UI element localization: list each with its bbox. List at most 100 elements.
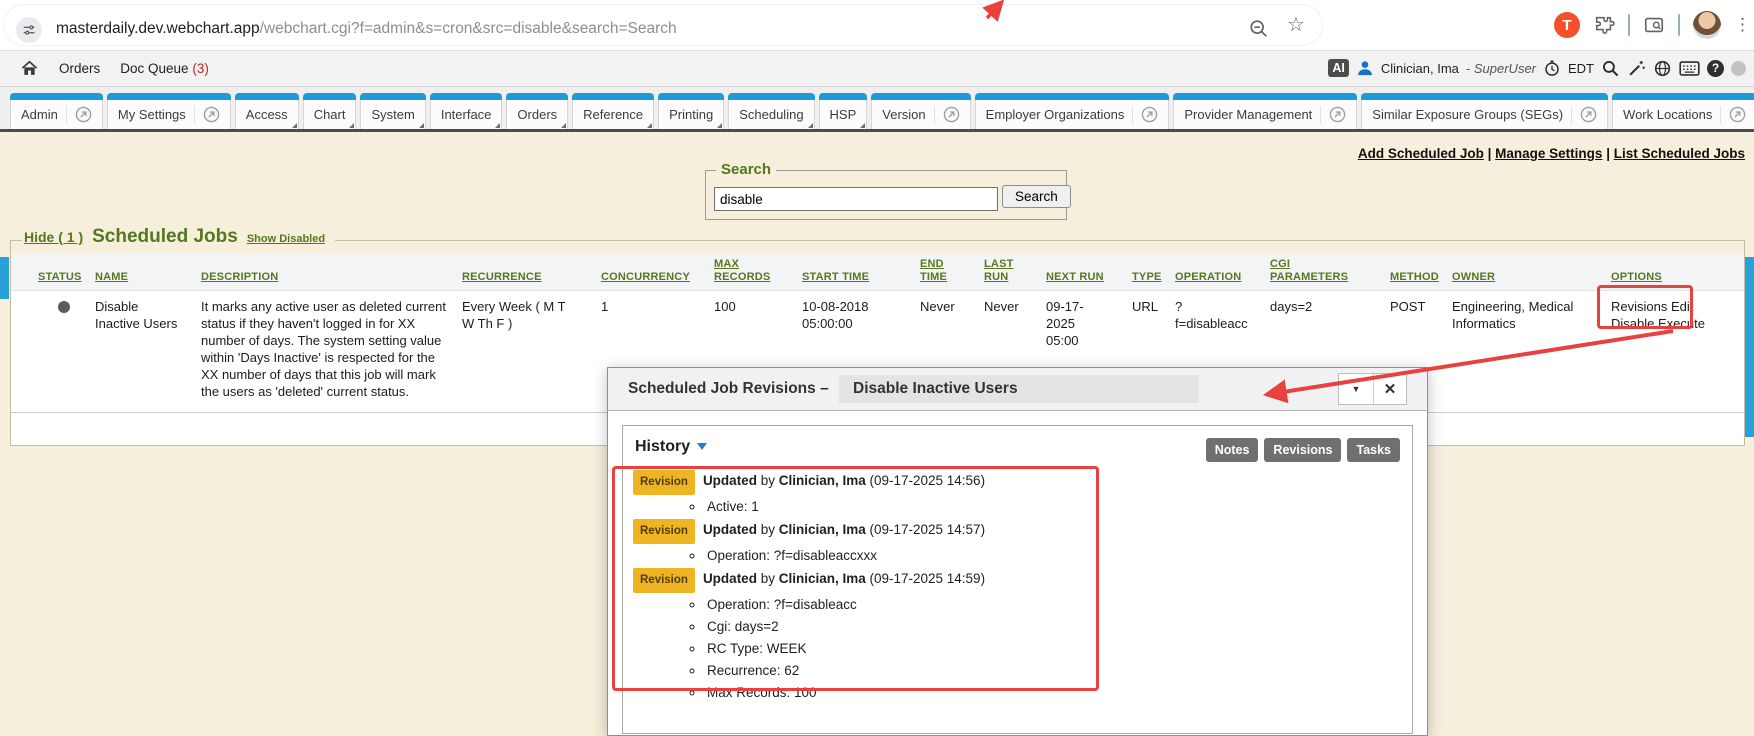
tab-accent-bar <box>975 93 1170 100</box>
modal-button-revisions[interactable]: Revisions <box>1264 438 1341 462</box>
dropdown-corner-icon <box>860 123 865 128</box>
dropdown-corner-icon <box>292 123 297 128</box>
tab-chart[interactable]: Chart <box>303 93 357 129</box>
app-topbar: Orders Doc Queue (3) AI Clinician, Ima -… <box>0 50 1754 87</box>
tab-hsp[interactable]: HSP <box>819 93 868 129</box>
search-panel: Search Search <box>705 170 1067 220</box>
bookmark-star-icon[interactable]: ☆ <box>1287 15 1305 35</box>
tab-scheduling[interactable]: Scheduling <box>728 93 814 129</box>
column-header-last-run[interactable]: LAST RUN <box>984 258 1046 284</box>
ai-badge[interactable]: AI <box>1328 59 1349 77</box>
dropdown-corner-icon <box>561 123 566 128</box>
column-header-type[interactable]: TYPE <box>1132 271 1175 284</box>
hide-link[interactable]: Hide ( 1 ) <box>24 229 83 245</box>
external-link-icon <box>1141 106 1158 123</box>
tab-reference[interactable]: Reference <box>572 93 654 129</box>
home-icon[interactable] <box>20 59 39 78</box>
search-input[interactable] <box>714 187 998 211</box>
column-header-method[interactable]: METHOD <box>1390 271 1452 284</box>
modal-button-tasks[interactable]: Tasks <box>1347 438 1400 462</box>
column-header-max-records[interactable]: MAX RECORDS <box>714 258 802 284</box>
browser-profile-avatar[interactable] <box>1693 11 1721 39</box>
tab-system[interactable]: System <box>360 93 425 129</box>
search-icon[interactable] <box>1601 59 1620 78</box>
revisions-modal: Scheduled Job Revisions – Disable Inacti… <box>607 367 1428 736</box>
revision-details: Active: 1 <box>633 496 1412 518</box>
revision-user: Clinician, Ima <box>779 522 866 537</box>
tab-provider-management[interactable]: Provider Management <box>1173 93 1357 129</box>
tab-orders[interactable]: Orders <box>506 93 568 129</box>
external-link-icon <box>1580 106 1597 123</box>
revision-entry: RevisionUpdated by Clinician, Ima (09-17… <box>633 519 1412 544</box>
site-settings-icon[interactable] <box>16 17 42 43</box>
modal-button-notes[interactable]: Notes <box>1206 438 1259 462</box>
column-header-start-time[interactable]: START TIME <box>802 271 920 284</box>
help-icon[interactable]: ? <box>1707 60 1724 77</box>
tab-body: Similar Exposure Groups (SEGs) <box>1361 100 1608 129</box>
show-disabled-link[interactable]: Show Disabled <box>247 233 325 245</box>
keyboard-icon[interactable] <box>1679 60 1700 77</box>
option-link-edit[interactable]: Edit <box>1671 299 1693 314</box>
tab-interface[interactable]: Interface <box>430 93 503 129</box>
globe-icon[interactable] <box>1653 59 1672 78</box>
modal-close-button[interactable]: ✕ <box>1374 374 1406 404</box>
modal-title: Scheduled Job Revisions – Disable Inacti… <box>628 375 1199 403</box>
option-link-revisions[interactable]: Revisions <box>1611 299 1667 314</box>
tab-my-settings[interactable]: My Settings <box>107 93 231 129</box>
cell-recurrence: Every Week ( M T W Th F ) <box>462 298 601 400</box>
column-header-name[interactable]: NAME <box>95 271 201 284</box>
option-link-execute[interactable]: Execute <box>1658 316 1705 331</box>
tune-icon <box>21 22 37 38</box>
page-link-list-scheduled-jobs[interactable]: List Scheduled Jobs <box>1614 146 1745 161</box>
tab-body: Interface <box>430 100 503 129</box>
revision-badge: Revision <box>633 519 695 544</box>
presence-dot <box>1731 61 1746 76</box>
tab-body: Scheduling <box>728 100 814 129</box>
tab-bar: Admin My SettingsAccessChartSystemInterfa… <box>10 93 1754 129</box>
tab-access[interactable]: Access <box>235 93 299 129</box>
tab-similar-exposure-groups-segs[interactable]: Similar Exposure Groups (SEGs) <box>1361 93 1608 129</box>
page-link-add-scheduled-job[interactable]: Add Scheduled Job <box>1358 146 1484 161</box>
extension-t-icon[interactable]: T <box>1554 12 1580 38</box>
extensions-puzzle-icon[interactable] <box>1593 14 1615 36</box>
modal-collapse-button[interactable]: ▼ <box>1339 374 1374 404</box>
url-bar[interactable]: masterdaily.dev.webchart.app/webchart.cg… <box>4 5 1322 45</box>
tab-accent-bar <box>506 93 568 100</box>
dropdown-corner-icon <box>495 123 500 128</box>
tab-label: Orders <box>517 107 557 122</box>
modal-titlebar[interactable]: Scheduled Job Revisions – Disable Inacti… <box>608 368 1427 411</box>
tab-version[interactable]: Version <box>871 93 970 129</box>
history-dropdown[interactable]: History <box>635 438 707 456</box>
tab-admin[interactable]: Admin <box>10 93 103 129</box>
zoom-out-icon[interactable] <box>1248 18 1270 45</box>
nav-doc-queue[interactable]: Doc Queue (3) <box>120 61 209 76</box>
tab-work-locations[interactable]: Work Locations <box>1612 93 1754 129</box>
tab-printing[interactable]: Printing <box>658 93 724 129</box>
column-header-next-run[interactable]: NEXT RUN <box>1046 271 1132 284</box>
search-legend: Search <box>716 161 776 178</box>
wand-icon[interactable] <box>1627 59 1646 78</box>
tab-employer-organizations[interactable]: Employer Organizations <box>975 93 1170 129</box>
tab-body: HSP <box>819 100 868 129</box>
page-link-manage-settings[interactable]: Manage Settings <box>1495 146 1602 161</box>
column-header-options[interactable]: OPTIONS <box>1611 271 1735 284</box>
column-header-recurrence[interactable]: RECURRENCE <box>462 271 601 284</box>
tab-label: Admin <box>21 107 58 122</box>
revision-detail: Active: 1 <box>705 496 1412 518</box>
user-role: - SuperUser <box>1466 61 1536 76</box>
browser-menu-icon[interactable]: ⋮ <box>1734 22 1744 28</box>
extension-letter: T <box>1562 17 1571 34</box>
column-header-concurrency[interactable]: CONCURRENCY <box>601 271 714 284</box>
tab-divider <box>1132 106 1133 124</box>
column-header-cgi-parameters[interactable]: CGI PARAMETERS <box>1270 258 1390 284</box>
nav-orders[interactable]: Orders <box>59 61 100 76</box>
column-header-description[interactable]: DESCRIPTION <box>201 271 462 284</box>
search-button[interactable]: Search <box>1002 185 1071 208</box>
column-header-status[interactable]: STATUS <box>38 271 95 284</box>
option-link-disable[interactable]: Disable <box>1611 316 1654 331</box>
column-header-end-time[interactable]: END TIME <box>920 258 984 284</box>
column-header-owner[interactable]: OWNER <box>1452 271 1611 284</box>
tab-accent-bar <box>871 93 970 100</box>
side-panel-search-icon[interactable] <box>1643 14 1665 36</box>
column-header-operation[interactable]: OPERATION <box>1175 271 1270 284</box>
